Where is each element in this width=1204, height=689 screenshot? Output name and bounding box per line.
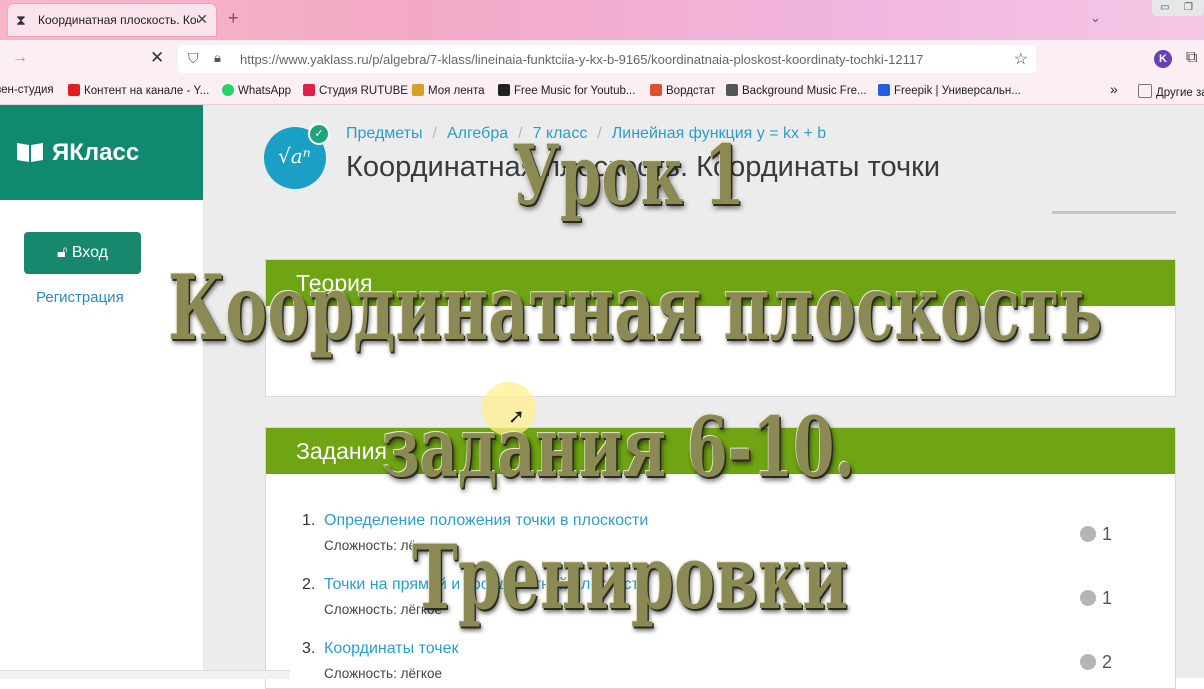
divider	[1052, 211, 1176, 214]
theory-card: Теория	[265, 259, 1176, 397]
bookmarks-bar: зен-студия Контент на канале - Y... What…	[0, 78, 1204, 105]
mouse-cursor-icon: ➚	[508, 406, 525, 428]
task-difficulty: Сложность: лёгкое	[324, 666, 442, 681]
shield-icon[interactable]: ⛉	[188, 50, 199, 67]
bookmark-item[interactable]: Студия RUTUBE	[303, 84, 408, 97]
tasks-card: Задания 1. Определение положения точки в…	[265, 427, 1176, 689]
tab-title: Координатная плоскость. Коо	[38, 13, 198, 27]
breadcrumb-item[interactable]: Предметы	[346, 125, 422, 142]
book-icon	[17, 143, 43, 162]
lock-icon[interactable]: 🔒︎	[214, 50, 221, 66]
minimize-icon[interactable]: ▭	[1160, 2, 1169, 13]
theory-header[interactable]: Теория	[266, 260, 1175, 306]
whatsapp-icon	[222, 84, 234, 96]
lock-icon: 🔓︎	[56, 244, 68, 261]
task-difficulty: Сложность: лёгкое	[324, 602, 442, 617]
bookmark-item[interactable]: Вордстат	[650, 84, 715, 97]
register-link[interactable]: Регистрация	[36, 289, 124, 306]
music-icon	[498, 84, 510, 96]
page-title: Координатная плоскость. Координаты точки	[346, 151, 941, 183]
bookmark-item[interactable]: Моя лента	[412, 84, 485, 97]
task-number: 2.	[302, 576, 316, 593]
bookmark-item[interactable]: Контент на канале - Y...	[68, 84, 209, 97]
login-button[interactable]: 🔓︎ Вход	[24, 232, 141, 274]
restore-icon[interactable]: ❐	[1184, 2, 1193, 13]
task-points: 1	[1080, 588, 1112, 609]
folder-icon	[1138, 84, 1152, 98]
logo-area[interactable]: ЯКласс	[0, 105, 203, 200]
account-avatar[interactable]: K	[1154, 50, 1172, 68]
wordstat-icon	[650, 84, 662, 96]
bookmark-item[interactable]: Free Music for Youtub...	[498, 84, 635, 97]
bookmark-item[interactable]: Freepik | Универсальн...	[878, 84, 1021, 97]
task-difficulty: Сложность: лёгкое	[324, 538, 442, 553]
freepik-icon	[878, 84, 890, 96]
root-symbol-icon: √aⁿ	[278, 144, 311, 168]
window-controls: ▭ ❐	[1152, 0, 1204, 16]
sidebar: ЯКласс 🔓︎ Вход Регистрация	[0, 105, 204, 678]
points-icon	[1080, 526, 1096, 542]
breadcrumb-item[interactable]: Алгебра	[447, 125, 508, 142]
extensions-puzzle-icon[interactable]: ⧉	[1186, 49, 1197, 67]
address-bar[interactable]: ⛉ 🔒︎ https://www.yaklass.ru/p/algebra/7-…	[178, 45, 1036, 73]
task-link[interactable]: Координаты точек	[324, 640, 459, 658]
logo-text: ЯКласс	[52, 139, 140, 166]
main-content: √aⁿ ✓ Предметы / Алгебра/7 класс / Линейная …	[204, 105, 1204, 689]
close-tab-icon[interactable]: ✕	[196, 11, 208, 28]
bookmark-star-icon[interactable]: ☆	[1014, 49, 1028, 69]
breadcrumb: Предметы / Алгебра/7 класс / Линейная функци…	[346, 125, 827, 142]
bookmark-folder[interactable]: Другие за	[1138, 84, 1204, 99]
feed-icon	[412, 84, 424, 96]
bookmark-item[interactable]: зен-студия	[0, 84, 54, 96]
browser-tab-bar: ⧗ Координатная плоскость. Коо ✕ + ⌄ ▭ ❐	[0, 0, 1204, 40]
task-points: 2	[1080, 652, 1112, 673]
url-text[interactable]: https://www.yaklass.ru/p/algebra/7-klass…	[240, 52, 923, 67]
youtube-icon	[68, 84, 80, 96]
task-link[interactable]: Определение положения точки в плоскости	[324, 512, 648, 530]
breadcrumb-item[interactable]: 7 класс	[533, 125, 588, 142]
tab-list-chevron-icon[interactable]: ⌄	[1090, 10, 1101, 26]
audio-bars-icon	[726, 84, 738, 96]
task-number: 1.	[302, 512, 316, 529]
breadcrumb-item[interactable]: Линейная функция y = kx + b	[612, 125, 826, 142]
points-icon	[1080, 654, 1096, 670]
check-icon: ✓	[308, 123, 330, 145]
bookmark-item[interactable]: Background Music Fre...	[726, 84, 867, 97]
points-icon	[1080, 590, 1096, 606]
task-points: 1	[1080, 524, 1112, 545]
browser-tab[interactable]: ⧗ Координатная плоскость. Коо ✕	[8, 4, 216, 36]
new-tab-icon[interactable]: +	[228, 8, 239, 29]
tasks-header[interactable]: Задания	[266, 428, 1175, 474]
navigation-toolbar: → ✕ ⛉ 🔒︎ https://www.yaklass.ru/p/algebr…	[0, 40, 1204, 78]
bookmark-item[interactable]: WhatsApp	[222, 84, 291, 97]
forward-arrow-icon[interactable]: →	[12, 49, 28, 67]
loading-hourglass-icon: ⧗	[16, 12, 26, 28]
rutube-icon	[303, 84, 315, 96]
more-bookmarks-chevron-icon[interactable]: »	[1110, 81, 1118, 97]
task-number: 3.	[302, 640, 316, 657]
stop-loading-icon[interactable]: ✕	[150, 48, 164, 68]
task-link[interactable]: Точки на прямой и координатной плоскости	[324, 576, 648, 594]
